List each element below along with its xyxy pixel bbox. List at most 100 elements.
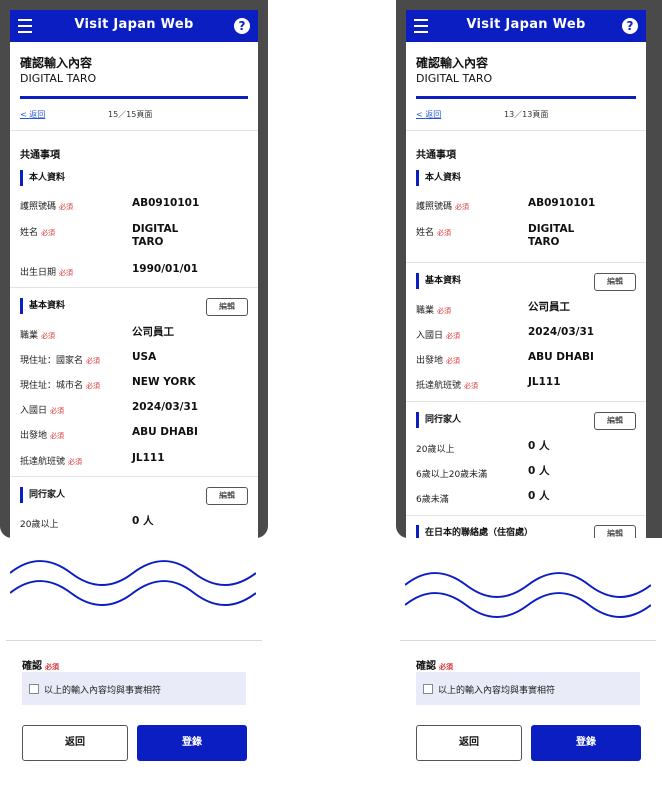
passport-value: AB0910101 <box>132 197 200 209</box>
personal-section-title: 本人資料 <box>416 170 461 186</box>
confirm-checkbox-row[interactable]: 以上的輸入內容均與事實相符 <box>416 672 640 705</box>
common-section-title: 共通事項 <box>20 150 60 161</box>
entry-date-label: 入國日 必須 <box>416 331 461 341</box>
name-value-first: DIGITAL <box>528 223 575 235</box>
departure-value: ABU DHABI <box>132 426 198 438</box>
child-count-label: 6歲未滿 <box>416 495 449 505</box>
divider <box>6 640 262 641</box>
name-value-last: TARO <box>528 236 560 248</box>
edit-family-button[interactable]: 編輯 <box>594 412 636 430</box>
screen-right: Visit Japan Web ? 確認輸入內容 DIGITAL TARO < … <box>406 10 646 538</box>
register-button[interactable]: 登錄 <box>531 725 641 761</box>
name-label: 姓名 必須 <box>20 228 56 238</box>
chevron-left-icon: < <box>416 110 426 119</box>
divider <box>406 262 646 263</box>
entry-date-label: 入國日 必須 <box>20 406 65 416</box>
confirm-checkbox-text: 以上的輸入內容均與事實相符 <box>438 686 556 696</box>
adult-count-label: 20歲以上 <box>416 445 455 455</box>
confirm-checkbox[interactable] <box>423 684 433 694</box>
wave-break-right <box>405 572 651 618</box>
confirm-label: 確認 必須 <box>22 661 59 672</box>
adult-count-value: 0 人 <box>132 515 154 527</box>
confirm-area-left: 確認 必須 以上的輸入內容均與事實相符 返回 登錄 <box>6 640 262 787</box>
name-label: 姓名 必須 <box>416 228 452 238</box>
name-value-first: DIGITAL <box>132 223 179 235</box>
family-section-title: 同行家人 <box>20 487 65 503</box>
divider <box>406 515 646 516</box>
flight-value: JL111 <box>528 376 561 388</box>
name-value-last: TARO <box>132 236 164 248</box>
progress-bar <box>20 96 248 99</box>
personal-section-title: 本人資料 <box>20 170 65 186</box>
app-header: Visit Japan Web ? <box>406 10 646 42</box>
back-link[interactable]: < 返回 <box>20 109 45 120</box>
passport-value: AB0910101 <box>528 197 596 209</box>
passport-label: 護照號碼 必須 <box>416 202 470 212</box>
chevron-left-icon: < <box>20 110 30 119</box>
register-button[interactable]: 登錄 <box>137 725 247 761</box>
page-indicator: 15／15頁面 <box>108 110 153 119</box>
edit-contact-button[interactable]: 編輯 <box>594 525 636 538</box>
user-name: DIGITAL TARO <box>416 72 493 85</box>
basic-section-title: 基本資料 <box>416 273 461 289</box>
family-section-title: 同行家人 <box>416 412 461 428</box>
page-title: 確認輸入內容 <box>416 56 489 70</box>
entry-date-value: 2024/03/31 <box>528 326 595 338</box>
occupation-value: 公司員工 <box>528 301 570 313</box>
city-value: NEW YORK <box>132 376 196 388</box>
country-label: 現住址：國家名 必須 <box>20 356 101 366</box>
app-title: Visit Japan Web <box>466 17 586 32</box>
confirm-label: 確認 必須 <box>416 661 453 672</box>
occupation-value: 公司員工 <box>132 326 174 338</box>
user-name: DIGITAL TARO <box>20 72 97 85</box>
progress-bar <box>416 96 636 99</box>
divider <box>10 287 258 288</box>
child-count-value: 0 人 <box>528 490 550 502</box>
app-header: Visit Japan Web ? <box>10 10 258 42</box>
country-value: USA <box>132 351 157 363</box>
occupation-label: 職業 必須 <box>416 306 452 316</box>
divider <box>406 130 646 131</box>
back-link-label: 返回 <box>29 110 46 119</box>
flight-label: 抵達航班號 必須 <box>416 381 479 391</box>
adult-count-value: 0 人 <box>528 440 550 452</box>
teen-count-label: 6歲以上20歲未滿 <box>416 470 488 480</box>
screen-left: Visit Japan Web ? 確認輸入內容 DIGITAL TARO < … <box>10 10 258 538</box>
confirm-checkbox-text: 以上的輸入內容均與事實相符 <box>44 686 162 696</box>
confirm-area-right: 確認 必須 以上的輸入內容均與事實相符 返回 登錄 <box>400 640 656 787</box>
flight-label: 抵達航班號 必須 <box>20 457 83 467</box>
divider <box>406 401 646 402</box>
divider <box>400 640 656 641</box>
app-title: Visit Japan Web <box>74 17 194 32</box>
adult-count-label: 20歲以上 <box>20 520 59 530</box>
flight-value: JL111 <box>132 452 165 464</box>
occupation-label: 職業 必須 <box>20 331 56 341</box>
wave-break-left <box>10 560 256 606</box>
passport-label: 護照號碼 必須 <box>20 202 74 212</box>
entry-date-value: 2024/03/31 <box>132 401 199 413</box>
back-link-label: 返回 <box>425 110 442 119</box>
dob-value: 1990/01/01 <box>132 263 199 275</box>
phone-frame-right: Visit Japan Web ? 確認輸入內容 DIGITAL TARO < … <box>396 0 662 538</box>
page-title: 確認輸入內容 <box>20 56 93 70</box>
edit-basic-button[interactable]: 編輯 <box>594 273 636 291</box>
edit-family-button[interactable]: 編輯 <box>206 487 248 505</box>
departure-value: ABU DHABI <box>528 351 594 363</box>
page-indicator: 13／13頁面 <box>504 110 549 119</box>
phone-frame-left: Visit Japan Web ? 確認輸入內容 DIGITAL TARO < … <box>0 0 268 538</box>
confirm-checkbox[interactable] <box>29 684 39 694</box>
divider <box>10 130 258 131</box>
edit-basic-button[interactable]: 編輯 <box>206 298 248 316</box>
help-icon[interactable]: ? <box>622 18 638 34</box>
help-icon[interactable]: ? <box>234 18 250 34</box>
dob-label: 出生日期 必須 <box>20 268 74 278</box>
back-button[interactable]: 返回 <box>22 725 128 761</box>
confirm-checkbox-row[interactable]: 以上的輸入內容均與事實相符 <box>22 672 246 705</box>
back-link[interactable]: < 返回 <box>416 109 441 120</box>
common-section-title: 共通事項 <box>416 150 456 161</box>
back-button[interactable]: 返回 <box>416 725 522 761</box>
contact-section-title: 在日本的聯絡處（住宿處） <box>416 525 533 538</box>
departure-label: 出發地 必須 <box>20 431 65 441</box>
basic-section-title: 基本資料 <box>20 298 65 314</box>
teen-count-value: 0 人 <box>528 465 550 477</box>
